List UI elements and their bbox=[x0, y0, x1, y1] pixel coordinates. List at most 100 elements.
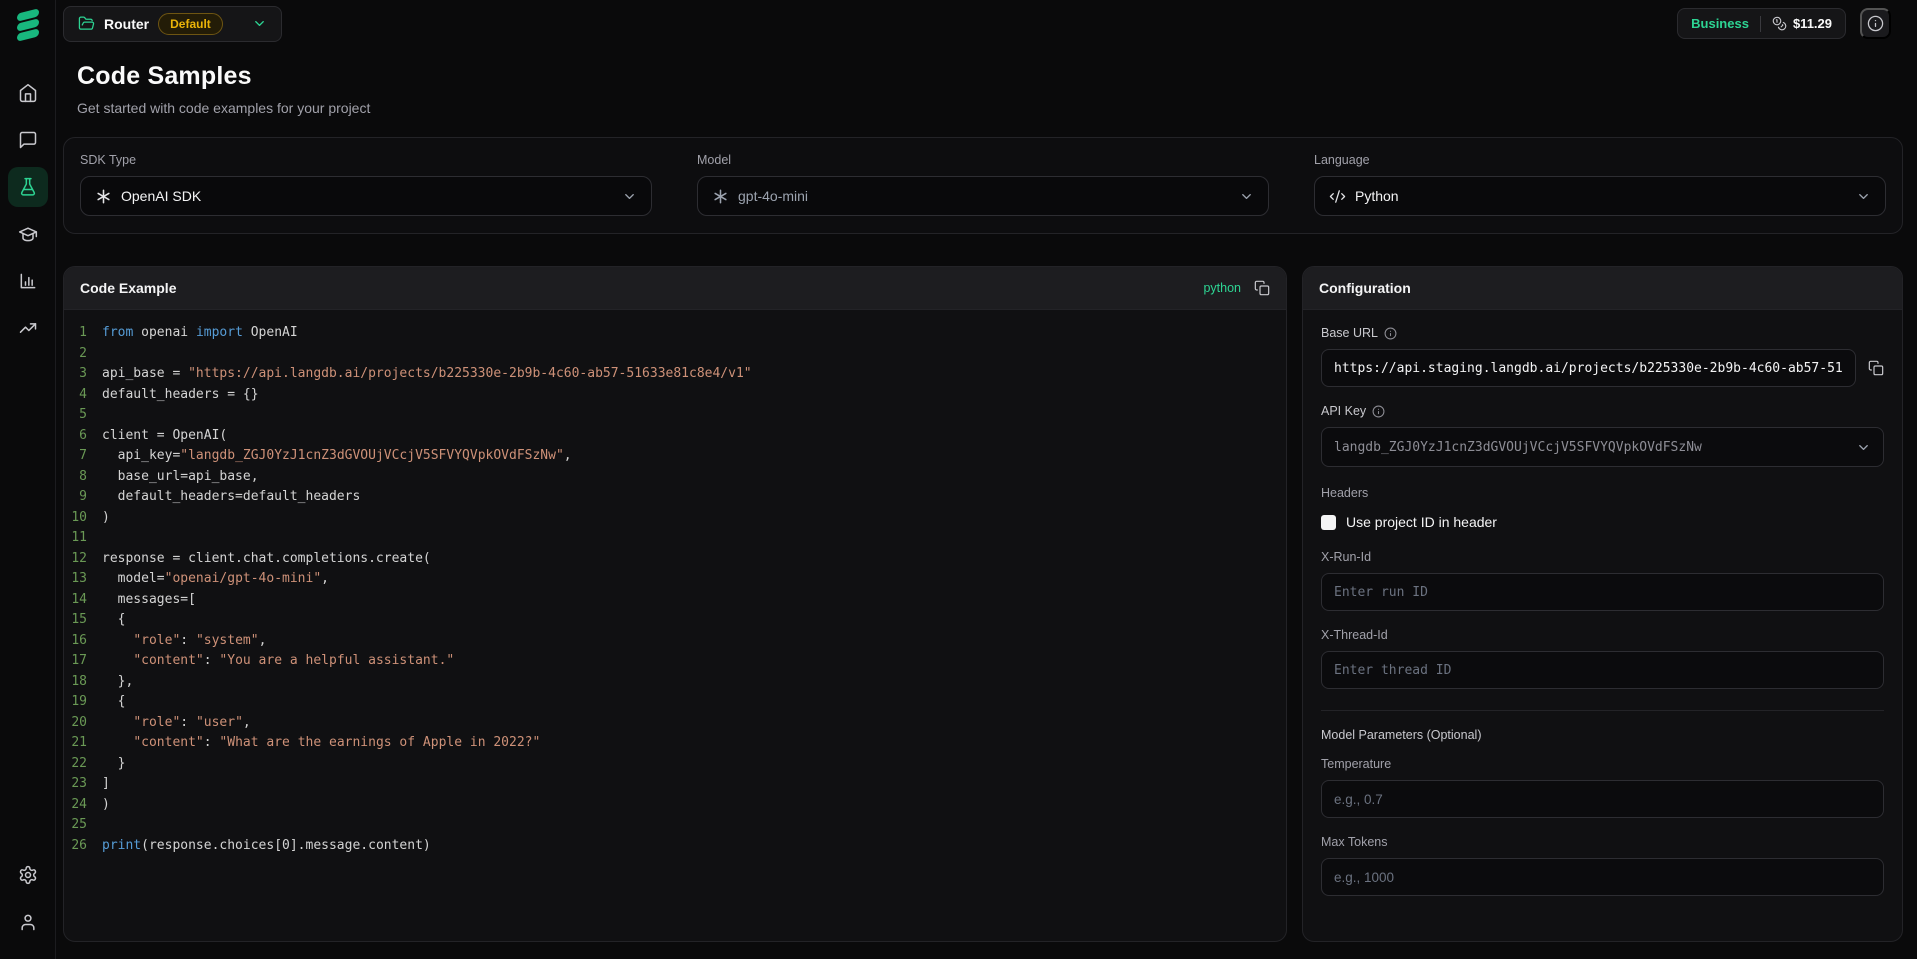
code-line: 22 } bbox=[64, 754, 1286, 775]
model-label: Model bbox=[697, 153, 1269, 167]
account-balance: $11.29 bbox=[1793, 16, 1832, 31]
code-line: 19 { bbox=[64, 692, 1286, 713]
x-thread-id-label: X-Thread-Id bbox=[1321, 628, 1884, 642]
code-line: 7 api_key="langdb_ZGJ0YzJ1cnZ3dGVOUjVCcj… bbox=[64, 446, 1286, 467]
code-line: 11 bbox=[64, 528, 1286, 549]
sidebar-item-learn[interactable] bbox=[8, 214, 48, 254]
sdk-type-value: OpenAI SDK bbox=[121, 188, 201, 204]
chevron-down-icon bbox=[252, 16, 267, 31]
max-tokens-input[interactable] bbox=[1321, 858, 1884, 896]
x-run-id-input[interactable] bbox=[1321, 573, 1884, 611]
configuration-panel: Configuration Base URL bbox=[1302, 266, 1903, 942]
code-panel-header: Code Example python bbox=[64, 267, 1286, 310]
code-line: 3api_base = "https://api.langdb.ai/proje… bbox=[64, 364, 1286, 385]
sidebar-item-usage[interactable] bbox=[8, 308, 48, 348]
graduation-cap-icon bbox=[18, 224, 38, 244]
chevron-down-icon bbox=[622, 189, 637, 204]
info-button[interactable] bbox=[1860, 8, 1891, 39]
code-line: 15 { bbox=[64, 610, 1286, 631]
plan-label: Business bbox=[1691, 16, 1749, 31]
settings-gear-icon bbox=[18, 865, 38, 885]
api-key-label: API Key bbox=[1321, 404, 1884, 418]
code-line: 13 model="openai/gpt-4o-mini", bbox=[64, 569, 1286, 590]
openai-icon bbox=[712, 188, 729, 205]
chat-icon bbox=[18, 130, 38, 150]
code-line: 10) bbox=[64, 508, 1286, 529]
model-parameters-label: Model Parameters (Optional) bbox=[1321, 728, 1884, 742]
home-icon bbox=[18, 83, 38, 103]
app-logo bbox=[12, 9, 44, 43]
page-subtitle: Get started with code examples for your … bbox=[77, 100, 1903, 116]
copy-icon bbox=[1868, 360, 1884, 376]
info-icon bbox=[1867, 15, 1884, 32]
sidebar-item-analytics[interactable] bbox=[8, 261, 48, 301]
api-key-value: langdb_ZGJ0YzJ1cnZ3dGVOUjVCcjV5SFVYQVpkO… bbox=[1334, 440, 1702, 455]
model-select[interactable]: gpt-4o-mini bbox=[697, 176, 1269, 216]
code-line: 26print(response.choices[0].message.cont… bbox=[64, 836, 1286, 857]
code-line: 17 "content": "You are a helpful assista… bbox=[64, 651, 1286, 672]
code-line: 21 "content": "What are the earnings of … bbox=[64, 733, 1286, 754]
temperature-input[interactable] bbox=[1321, 780, 1884, 818]
main-content: Code Samples Get started with code examp… bbox=[56, 47, 1917, 942]
use-project-id-checkbox-row[interactable]: Use project ID in header bbox=[1321, 514, 1884, 530]
code-language-tag: python bbox=[1203, 281, 1241, 295]
sdk-type-select[interactable]: OpenAI SDK bbox=[80, 176, 652, 216]
language-select[interactable]: Python bbox=[1314, 176, 1886, 216]
copy-icon bbox=[1254, 280, 1270, 296]
api-key-select[interactable]: langdb_ZGJ0YzJ1cnZ3dGVOUjVCcjV5SFVYQVpkO… bbox=[1321, 427, 1884, 467]
code-line: 18 }, bbox=[64, 672, 1286, 693]
divider bbox=[1760, 16, 1761, 32]
code-line: 25 bbox=[64, 815, 1286, 836]
language-label: Language bbox=[1314, 153, 1886, 167]
code-lines[interactable]: 1from openai import OpenAI23api_base = "… bbox=[64, 310, 1286, 941]
code-line: 9 default_headers=default_headers bbox=[64, 487, 1286, 508]
sidebar-item-home[interactable] bbox=[8, 73, 48, 113]
page-title: Code Samples bbox=[77, 62, 1903, 91]
copy-code-button[interactable] bbox=[1254, 280, 1270, 296]
x-thread-id-input[interactable] bbox=[1321, 651, 1884, 689]
sidebar bbox=[0, 0, 56, 959]
plan-balance-pill[interactable]: Business $11.29 bbox=[1677, 8, 1846, 39]
temperature-label: Temperature bbox=[1321, 757, 1884, 771]
info-circle-icon[interactable] bbox=[1384, 327, 1397, 340]
sidebar-item-profile[interactable] bbox=[8, 902, 48, 942]
config-panel-title: Configuration bbox=[1319, 280, 1411, 296]
checkbox[interactable] bbox=[1321, 515, 1336, 530]
use-project-id-label: Use project ID in header bbox=[1346, 514, 1497, 530]
sidebar-item-settings[interactable] bbox=[8, 855, 48, 895]
folder-open-icon bbox=[78, 15, 95, 32]
base-url-input[interactable] bbox=[1321, 349, 1856, 387]
code-example-panel: Code Example python 1from openai import … bbox=[63, 266, 1287, 942]
code-line: 23] bbox=[64, 774, 1286, 795]
headers-label: Headers bbox=[1321, 486, 1884, 500]
model-value: gpt-4o-mini bbox=[738, 188, 808, 204]
max-tokens-label: Max Tokens bbox=[1321, 835, 1884, 849]
code-line: 16 "role": "system", bbox=[64, 631, 1286, 652]
project-selector[interactable]: Router Default bbox=[63, 6, 282, 42]
filters-panel: SDK Type OpenAI SDK Model gpt-4o-mini bbox=[63, 137, 1903, 234]
bar-chart-icon bbox=[18, 271, 38, 291]
project-badge: Default bbox=[158, 13, 223, 35]
x-run-id-label: X-Run-Id bbox=[1321, 550, 1884, 564]
code-line: 14 messages=[ bbox=[64, 590, 1286, 611]
code-line: 24) bbox=[64, 795, 1286, 816]
info-circle-icon[interactable] bbox=[1372, 405, 1385, 418]
chevron-down-icon bbox=[1856, 189, 1871, 204]
code-icon bbox=[1329, 188, 1346, 205]
code-panel-title: Code Example bbox=[80, 280, 176, 296]
sdk-type-field: SDK Type OpenAI SDK bbox=[80, 153, 652, 216]
language-value: Python bbox=[1355, 188, 1399, 204]
user-profile-icon bbox=[18, 912, 38, 932]
sdk-type-label: SDK Type bbox=[80, 153, 652, 167]
divider bbox=[1321, 710, 1884, 711]
code-line: 5 bbox=[64, 405, 1286, 426]
code-line: 8 base_url=api_base, bbox=[64, 467, 1286, 488]
model-field: Model gpt-4o-mini bbox=[697, 153, 1269, 216]
copy-base-url-button[interactable] bbox=[1868, 360, 1884, 376]
coins-icon bbox=[1772, 16, 1787, 31]
sidebar-item-code-samples[interactable] bbox=[8, 167, 48, 207]
code-line: 6client = OpenAI( bbox=[64, 426, 1286, 447]
chevron-down-icon bbox=[1239, 189, 1254, 204]
sidebar-item-chat[interactable] bbox=[8, 120, 48, 160]
topbar: Router Default Business $11.29 bbox=[56, 0, 1917, 47]
